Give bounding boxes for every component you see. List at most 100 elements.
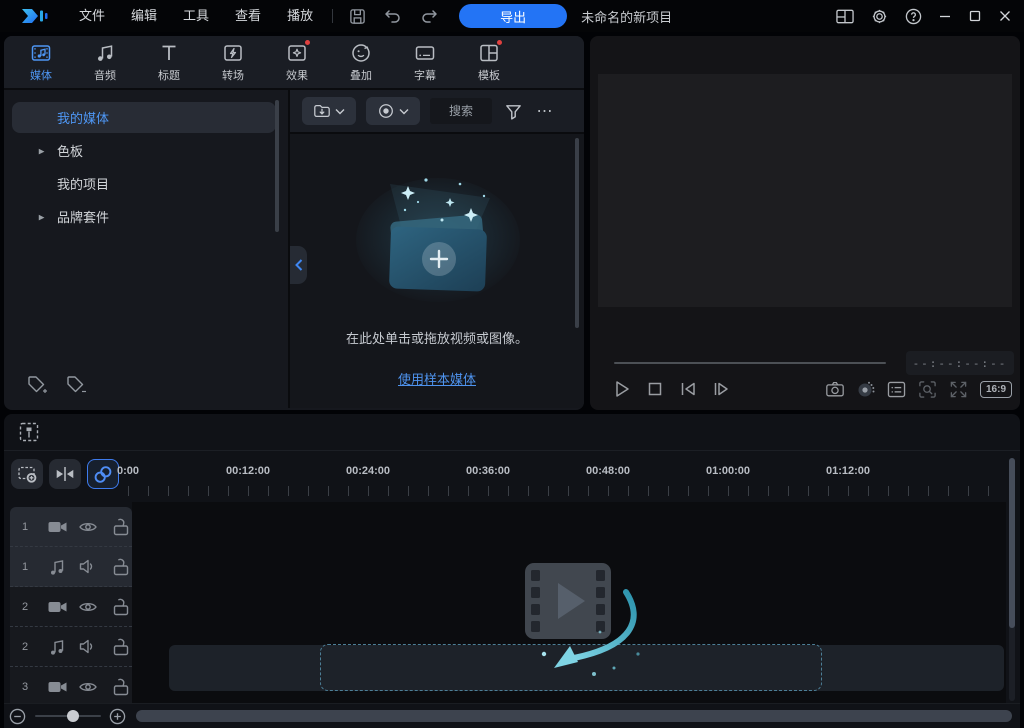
- sidebar-scrollbar[interactable]: [275, 100, 279, 232]
- lock-open-icon[interactable]: [111, 597, 132, 617]
- chevron-down-icon: [399, 108, 409, 115]
- manage-tracks-button[interactable]: [11, 459, 43, 489]
- effects-icon: [286, 42, 308, 64]
- menu-tools[interactable]: 工具: [170, 0, 222, 32]
- split-clip-button[interactable]: [49, 459, 81, 489]
- track-headers: 1 1: [10, 507, 132, 703]
- asset-panel: 媒体 音频 标题: [4, 36, 584, 410]
- ruler-label: 00:24:00: [346, 465, 390, 477]
- menu-file[interactable]: 文件: [66, 0, 118, 32]
- tab-subtitles[interactable]: 字幕: [393, 36, 457, 88]
- ruler-label: 00:36:00: [466, 465, 510, 477]
- titlebar-right: [828, 0, 1024, 32]
- track-number: 1: [22, 561, 38, 573]
- previous-frame-button[interactable]: [678, 379, 698, 399]
- video-track-icon: [47, 677, 68, 697]
- media-toolbar: ⋯: [290, 90, 584, 134]
- menu-view[interactable]: 查看: [222, 0, 274, 32]
- save-icon[interactable]: [348, 7, 366, 25]
- maximize-button[interactable]: [960, 0, 990, 32]
- tab-transitions[interactable]: 转场: [201, 36, 265, 88]
- visibility-eye-icon[interactable]: [77, 517, 98, 537]
- stop-button[interactable]: [645, 379, 665, 399]
- settings-gear-icon[interactable]: [870, 7, 888, 25]
- ruler-label: 01:00:00: [706, 465, 750, 477]
- tab-effects[interactable]: 效果: [265, 36, 329, 88]
- chevron-left-icon: [295, 259, 303, 271]
- track-header-audio-1[interactable]: 1: [10, 547, 132, 587]
- import-button[interactable]: [302, 97, 356, 125]
- layout-icon[interactable]: [836, 7, 854, 25]
- help-icon[interactable]: [904, 7, 922, 25]
- lock-open-icon[interactable]: [111, 517, 132, 537]
- timeline-header: [4, 414, 1020, 451]
- mute-speaker-icon[interactable]: [77, 637, 98, 657]
- chevron-right-icon[interactable]: ▶: [39, 212, 45, 221]
- snapshot-camera-icon[interactable]: [825, 379, 845, 399]
- undo-icon[interactable]: [384, 7, 402, 25]
- chevron-right-icon[interactable]: ▶: [39, 146, 45, 155]
- use-sample-media-link[interactable]: 使用样本媒体: [398, 369, 476, 388]
- remove-tag-icon[interactable]: [65, 374, 87, 396]
- track-header-audio-2[interactable]: 2: [10, 627, 132, 667]
- timeline-content[interactable]: [132, 502, 1006, 703]
- timeline-vertical-scrollbar[interactable]: [1009, 458, 1015, 701]
- close-button[interactable]: [990, 0, 1020, 32]
- ruler-label: 00:12:00: [226, 465, 270, 477]
- lock-open-icon[interactable]: [111, 557, 132, 577]
- next-frame-button[interactable]: [711, 379, 731, 399]
- zoom-out-button[interactable]: [9, 707, 27, 725]
- timeline-ruler[interactable]: [128, 486, 1006, 496]
- seek-bar[interactable]: [614, 362, 886, 364]
- minimize-button[interactable]: [930, 0, 960, 32]
- add-tag-icon[interactable]: [26, 374, 48, 396]
- play-button[interactable]: [612, 379, 632, 399]
- redo-icon[interactable]: [420, 7, 438, 25]
- render-preview-icon[interactable]: [856, 379, 876, 399]
- tab-audio[interactable]: 音频: [73, 36, 137, 88]
- export-button[interactable]: 导出: [459, 4, 567, 28]
- media-browser-scrollbar[interactable]: [575, 138, 579, 328]
- filter-funnel-icon[interactable]: [502, 100, 524, 122]
- zoom-in-button[interactable]: [109, 707, 127, 725]
- zoom-slider-thumb[interactable]: [67, 710, 79, 722]
- track-header-video-1[interactable]: 1: [10, 507, 132, 547]
- visibility-eye-icon[interactable]: [77, 597, 98, 617]
- track-header-video-3[interactable]: 3: [10, 667, 132, 703]
- menu-edit[interactable]: 编辑: [118, 0, 170, 32]
- scrollbar-thumb[interactable]: [1009, 458, 1015, 628]
- sidebar-item-my-media[interactable]: 我的媒体: [12, 102, 276, 133]
- media-empty-state[interactable]: 在此处单击或拖放视频或图像。 使用样本媒体: [290, 134, 584, 408]
- collapse-panel-handle[interactable]: [290, 246, 307, 284]
- search-input[interactable]: [430, 98, 492, 124]
- tab-media[interactable]: 媒体: [9, 36, 73, 88]
- tracks-zone: 1 1: [4, 502, 1020, 703]
- new-badge: [305, 40, 310, 45]
- lock-open-icon[interactable]: [111, 637, 132, 657]
- tab-titles[interactable]: 标题: [137, 36, 201, 88]
- sidebar-item-my-projects[interactable]: 我的项目: [12, 168, 276, 199]
- timeline-view-icon[interactable]: [17, 419, 43, 445]
- tab-overlays[interactable]: 叠加: [329, 36, 393, 88]
- marker-list-icon[interactable]: [887, 379, 907, 399]
- sidebar-item-color-boards[interactable]: ▶ 色板: [12, 135, 276, 166]
- transition-icon: [222, 42, 244, 64]
- track-header-video-2[interactable]: 2: [10, 587, 132, 627]
- menu-play[interactable]: 播放: [274, 0, 326, 32]
- link-clips-button[interactable]: [87, 459, 119, 489]
- visibility-eye-icon[interactable]: [77, 677, 98, 697]
- mute-speaker-icon[interactable]: [77, 557, 98, 577]
- video-track-icon: [47, 597, 68, 617]
- template-icon: [478, 42, 500, 64]
- sidebar-item-brand-kit[interactable]: ▶ 品牌套件: [12, 201, 276, 232]
- tab-templates[interactable]: 模板: [457, 36, 521, 88]
- video-track-icon: [47, 517, 68, 537]
- lock-open-icon[interactable]: [111, 677, 132, 697]
- record-button[interactable]: [366, 97, 420, 125]
- fullscreen-icon[interactable]: [949, 379, 969, 399]
- aspect-ratio-button[interactable]: 16:9: [980, 381, 1012, 398]
- more-options-icon[interactable]: ⋯: [534, 100, 556, 122]
- zoom-fit-icon[interactable]: [918, 379, 938, 399]
- timeline-horizontal-scrollbar[interactable]: [136, 710, 1012, 722]
- title-text-icon: [158, 42, 180, 64]
